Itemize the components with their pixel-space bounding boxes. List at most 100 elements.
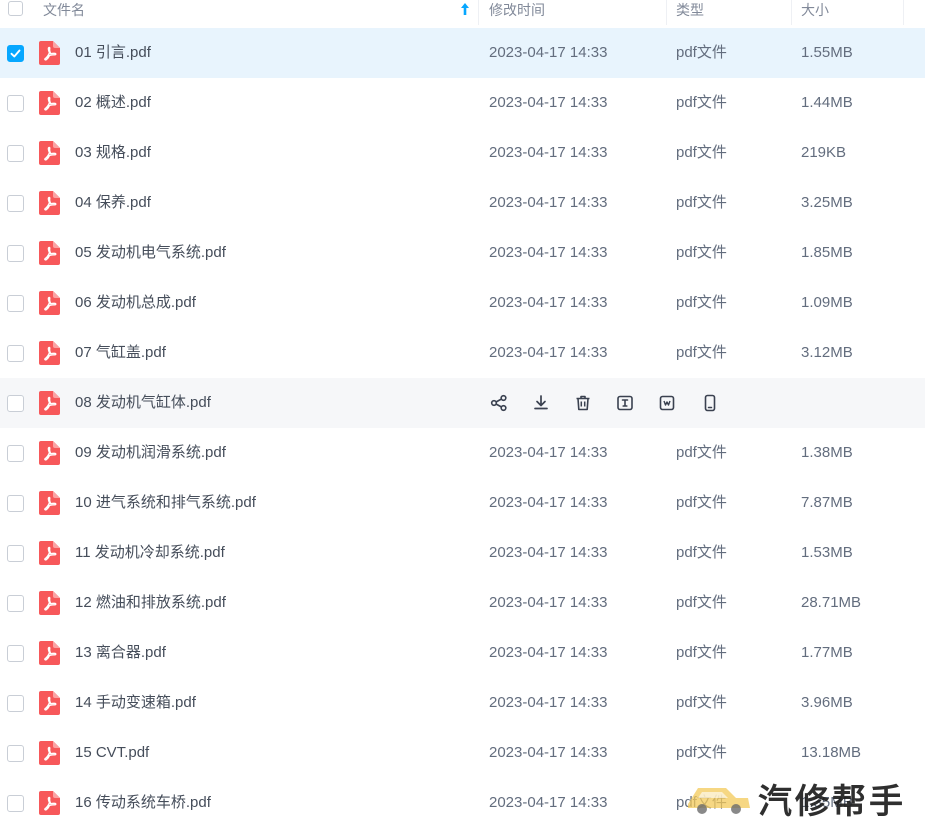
file-size: 219KB (801, 144, 847, 161)
file-type: pdf文件 (676, 344, 727, 361)
file-type: pdf文件 (676, 644, 727, 661)
row-checkbox[interactable] (7, 345, 24, 362)
column-divider[interactable] (791, 0, 792, 25)
file-modified-time: 2023-04-17 14:33 (489, 544, 608, 561)
save-icon[interactable] (657, 393, 677, 413)
column-header-modified[interactable]: 修改时间 (489, 0, 545, 25)
file-row[interactable]: 15 CVT.pdf 2023-04-17 14:33 pdf文件 13.18MB (0, 728, 925, 778)
delete-icon[interactable] (573, 393, 593, 413)
file-row[interactable]: 03 规格.pdf 2023-04-17 14:33 pdf文件 219KB (0, 128, 925, 178)
row-checkbox[interactable] (7, 645, 24, 662)
column-header-size[interactable]: 大小 (801, 0, 829, 25)
file-modified-time: 2023-04-17 14:33 (489, 44, 608, 61)
rename-icon[interactable] (615, 393, 635, 413)
file-name[interactable]: 01 引言.pdf (75, 28, 151, 78)
share-icon[interactable] (489, 393, 509, 413)
file-name[interactable]: 02 概述.pdf (75, 78, 151, 128)
file-modified-time: 2023-04-17 14:33 (489, 344, 608, 361)
file-name[interactable]: 10 进气系统和排气系统.pdf (75, 478, 256, 528)
file-type: pdf文件 (676, 444, 727, 461)
pdf-file-icon[interactable] (39, 641, 60, 665)
select-all-checkbox[interactable] (8, 1, 23, 16)
file-type: pdf文件 (676, 194, 727, 211)
file-size: 3.25MB (801, 194, 853, 211)
file-row[interactable]: 06 发动机总成.pdf 2023-04-17 14:33 pdf文件 1.09MB (0, 278, 925, 328)
row-checkbox[interactable] (7, 295, 24, 312)
pdf-file-icon[interactable] (39, 541, 60, 565)
file-row[interactable]: 14 手动变速箱.pdf 2023-04-17 14:33 pdf文件 3.96MB (0, 678, 925, 728)
file-modified-time: 2023-04-17 14:33 (489, 594, 608, 611)
file-size: 3.12MB (801, 344, 853, 361)
file-modified-time: 2023-04-17 14:33 (489, 244, 608, 261)
column-divider[interactable] (903, 0, 904, 25)
file-row[interactable]: 08 发动机气缸体.pdf (0, 378, 925, 428)
pdf-file-icon[interactable] (39, 141, 60, 165)
row-checkbox[interactable] (7, 795, 24, 812)
phone-icon[interactable] (700, 393, 720, 413)
file-name[interactable]: 13 离合器.pdf (75, 628, 166, 678)
sort-ascending-icon[interactable] (459, 2, 471, 16)
pdf-file-icon[interactable] (39, 441, 60, 465)
pdf-file-icon[interactable] (39, 191, 60, 215)
pdf-file-icon[interactable] (39, 291, 60, 315)
file-name[interactable]: 15 CVT.pdf (75, 728, 149, 778)
file-row[interactable]: 13 离合器.pdf 2023-04-17 14:33 pdf文件 1.77MB (0, 628, 925, 678)
file-name[interactable]: 09 发动机润滑系统.pdf (75, 428, 226, 478)
column-divider[interactable] (478, 0, 479, 25)
file-row[interactable]: 12 燃油和排放系统.pdf 2023-04-17 14:33 pdf文件 28.71… (0, 578, 925, 628)
pdf-file-icon[interactable] (39, 591, 60, 615)
file-name[interactable]: 07 气缸盖.pdf (75, 328, 166, 378)
file-modified-time: 2023-04-17 14:33 (489, 144, 608, 161)
row-checkbox[interactable] (7, 395, 24, 412)
file-row[interactable]: 02 概述.pdf 2023-04-17 14:33 pdf文件 1.44MB (0, 78, 925, 128)
row-checkbox[interactable] (7, 595, 24, 612)
row-checkbox[interactable] (7, 195, 24, 212)
file-modified-time: 2023-04-17 14:33 (489, 294, 608, 311)
row-checkbox[interactable] (7, 145, 24, 162)
download-icon[interactable] (531, 393, 551, 413)
row-checkbox[interactable] (7, 245, 24, 262)
file-name[interactable]: 12 燃油和排放系统.pdf (75, 578, 226, 628)
pdf-file-icon[interactable] (39, 41, 60, 65)
pdf-file-icon[interactable] (39, 91, 60, 115)
row-checkbox[interactable] (7, 445, 24, 462)
file-name[interactable]: 16 传动系统车桥.pdf (75, 778, 211, 821)
column-header-type[interactable]: 类型 (676, 0, 704, 25)
file-type: pdf文件 (676, 244, 727, 261)
pdf-file-icon[interactable] (39, 741, 60, 765)
file-size: 3.96MB (801, 694, 853, 711)
pdf-file-icon[interactable] (39, 491, 60, 515)
pdf-file-icon[interactable] (39, 791, 60, 815)
file-name[interactable]: 08 发动机气缸体.pdf (75, 378, 211, 428)
file-name[interactable]: 04 保养.pdf (75, 178, 151, 228)
file-type: pdf文件 (676, 294, 727, 311)
row-checkbox[interactable] (7, 695, 24, 712)
column-header-name[interactable]: 文件名 (43, 0, 85, 25)
file-name[interactable]: 14 手动变速箱.pdf (75, 678, 196, 728)
pdf-file-icon[interactable] (39, 341, 60, 365)
file-name[interactable]: 11 发动机冷却系统.pdf (75, 528, 225, 578)
row-checkbox[interactable] (7, 95, 24, 112)
file-row[interactable]: 10 进气系统和排气系统.pdf 2023-04-17 14:33 pdf文件 7.8… (0, 478, 925, 528)
file-name[interactable]: 05 发动机电气系统.pdf (75, 228, 226, 278)
row-checkbox[interactable] (7, 745, 24, 762)
pdf-file-icon[interactable] (39, 391, 60, 415)
column-divider[interactable] (666, 0, 667, 25)
file-row[interactable]: 11 发动机冷却系统.pdf 2023-04-17 14:33 pdf文件 1.53M… (0, 528, 925, 578)
file-name[interactable]: 03 规格.pdf (75, 128, 151, 178)
pdf-file-icon[interactable] (39, 241, 60, 265)
file-size: 1.85MB (801, 244, 853, 261)
file-modified-time: 2023-04-17 14:33 (489, 194, 608, 211)
file-row[interactable]: 16 传动系统车桥.pdf 2023-04-17 14:33 pdf文件 1.35MB (0, 778, 925, 821)
pdf-file-icon[interactable] (39, 691, 60, 715)
file-row[interactable]: 09 发动机润滑系统.pdf 2023-04-17 14:33 pdf文件 1.38M… (0, 428, 925, 478)
file-modified-time: 2023-04-17 14:33 (489, 444, 608, 461)
row-checkbox[interactable] (7, 45, 24, 62)
row-checkbox[interactable] (7, 495, 24, 512)
row-checkbox[interactable] (7, 545, 24, 562)
file-row[interactable]: 01 引言.pdf 2023-04-17 14:33 pdf文件 1.55MB (0, 28, 925, 78)
file-row[interactable]: 04 保养.pdf 2023-04-17 14:33 pdf文件 3.25MB (0, 178, 925, 228)
file-row[interactable]: 07 气缸盖.pdf 2023-04-17 14:33 pdf文件 3.12MB (0, 328, 925, 378)
file-row[interactable]: 05 发动机电气系统.pdf 2023-04-17 14:33 pdf文件 1.85M… (0, 228, 925, 278)
file-name[interactable]: 06 发动机总成.pdf (75, 278, 196, 328)
